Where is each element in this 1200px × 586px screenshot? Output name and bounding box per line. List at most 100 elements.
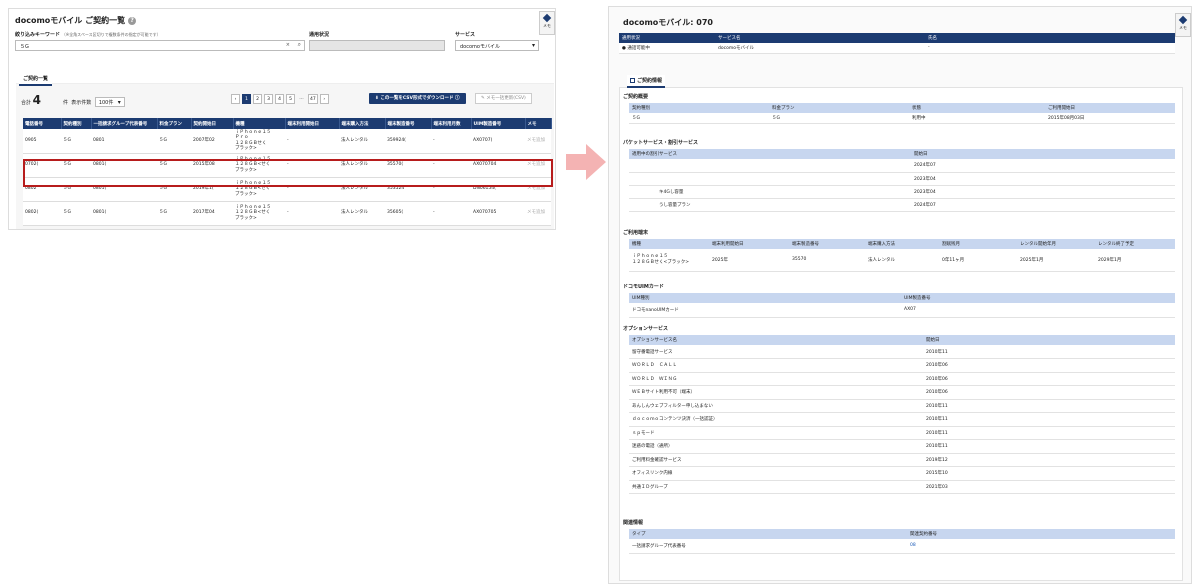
memo-bulk-update-button[interactable]: ✎ メモ一括更新(CSV) <box>475 93 532 104</box>
table-row: 迷惑の電話（通所） 2010年11 <box>629 439 1175 454</box>
page-next[interactable]: › <box>319 94 329 104</box>
header-col: サービス名 <box>715 33 925 43</box>
plan-value: ５G <box>769 113 909 124</box>
packet-start: 2024年07 <box>911 159 1175 173</box>
table-row: あんしんウェブフィルター申し込まない 2010年11 <box>629 399 1175 413</box>
option-start: 2021年03 <box>923 480 1175 494</box>
table-row[interactable]: 0802 ５G 0801( ５G 2019年1( ｉＰｈｏｎｅ１５ １２８ＧＢ<… <box>23 177 551 202</box>
col-start[interactable]: 契約開始日 <box>191 118 234 129</box>
header-col: 端末利用開始日 <box>709 239 789 249</box>
status-field[interactable] <box>309 40 445 51</box>
header-col: 関連契約番号 <box>907 529 1175 539</box>
cell-group: 0801 <box>91 129 157 154</box>
header-col: タイプ <box>629 529 907 539</box>
packet-name <box>629 172 911 186</box>
page-47[interactable]: 47 <box>308 94 318 104</box>
memo-side-tab[interactable]: メモ <box>1175 13 1191 37</box>
col-uim[interactable]: UIM製造番号 <box>471 118 526 129</box>
option-name: オフィスリンク内線 <box>629 466 923 481</box>
header-col: 端末製造番号 <box>789 239 865 249</box>
related-number-link[interactable]: 08 <box>907 539 1175 554</box>
cell-uim: DN06154( <box>471 177 525 202</box>
page-title-text: docomoモバイル ご契約一覧 <box>15 16 126 25</box>
page-5[interactable]: 5 <box>286 94 295 104</box>
col-type[interactable]: 契約種別 <box>61 118 92 129</box>
col-phone[interactable]: 電話番号 <box>23 118 62 129</box>
cell-device: ｉＰｈｏｎｅ１５ １２８ＧＢ<せく ブラック> <box>233 201 285 226</box>
table-row: うし容量プラン 2024年07 <box>629 198 1175 212</box>
add-memo-link[interactable]: メモ追加 <box>525 153 551 178</box>
col-device[interactable]: 機種 <box>233 118 286 129</box>
search-icon[interactable]: ⌕ <box>298 41 301 49</box>
page-1[interactable]: 1 <box>242 94 251 104</box>
cell-device: ｉＰｈｏｎｅ１５ Ｐｒｏ １２８ＧＢせく ブラック> <box>233 129 285 154</box>
state-value: 利用中 <box>909 113 1045 124</box>
cell-phone[interactable]: 0702( <box>23 153 61 178</box>
service-label: サービス <box>455 32 476 38</box>
memo-side-tab-label: メモ <box>543 23 551 28</box>
cell-phone[interactable]: 0802 <box>23 177 61 202</box>
tab-contract-info[interactable]: ご契約情報 <box>627 75 666 88</box>
pagination: ‹ 1 2 3 4 5 … 47 › <box>231 94 329 104</box>
total-value: 4 <box>32 93 41 107</box>
add-memo-link[interactable]: メモ追加 <box>525 201 551 226</box>
tag-icon <box>1178 15 1188 25</box>
cell-plan: ５G <box>157 177 191 202</box>
table-row[interactable]: 0802( ５G 0801( ５G 2017年04 ｉＰｈｏｎｅ１５ １２８ＧＢ… <box>23 201 551 226</box>
option-name: 共通ＩＤグループ <box>629 480 923 494</box>
col-memo: メモ <box>525 118 552 129</box>
csv-download-label: この一覧をCSV形式でダウンロード <box>380 96 454 101</box>
packet-title: パケットサービス・割引サービス <box>623 140 699 146</box>
add-memo-link[interactable]: メモ追加 <box>525 177 551 202</box>
service-select[interactable]: docomoモバイル <box>455 40 539 51</box>
col-plan[interactable]: 料金プラン <box>157 118 192 129</box>
rental-end-value: 2029年1月 <box>1095 249 1175 272</box>
keyword-input[interactable]: ５G × ⌕ <box>15 40 305 51</box>
cell-device-start: - <box>285 153 339 178</box>
memo-side-tab-label: メモ <box>1179 25 1187 30</box>
table-row: 一括請求グループ代表番号 08 <box>629 539 1175 554</box>
cell-months: - <box>431 177 471 202</box>
col-device-start[interactable]: 端末利用開始日 <box>285 118 340 129</box>
cell-uim: AX0707( <box>471 129 525 154</box>
cell-type: ５G <box>61 177 91 202</box>
cell-phone[interactable]: 0905 <box>23 129 61 154</box>
page-2[interactable]: 2 <box>253 94 262 104</box>
table-row: 2023年04 <box>629 172 1175 186</box>
memo-side-tab[interactable]: メモ <box>539 11 555 35</box>
page-4[interactable]: 4 <box>275 94 284 104</box>
contract-list-panel: docomoモバイル ご契約一覧? メモ 絞り込みキーワード （※全角スペース区… <box>8 8 556 230</box>
header-col: 機種 <box>629 239 709 249</box>
help-icon[interactable]: ? <box>128 16 137 25</box>
memo-bulk-update-label: メモ一括更新(CSV) <box>486 96 526 101</box>
keyword-label-text: 絞り込みキーワード <box>15 32 61 38</box>
detail-title: docomoモバイル: 070 <box>623 18 713 27</box>
page-3[interactable]: 3 <box>264 94 273 104</box>
per-page-select[interactable]: 100件 <box>94 97 125 107</box>
option-name: あんしんウェブフィルター申し込まない <box>629 399 923 413</box>
related-title: 関連情報 <box>623 520 644 526</box>
table-header-row: 通用状況 サービス名 氏名 <box>619 33 1175 43</box>
option-start: 2015年10 <box>923 466 1175 481</box>
csv-download-button[interactable]: ⬇ この一覧をCSV形式でダウンロード ⓘ <box>369 93 466 104</box>
col-group[interactable]: 一括請求グループ代表番号 <box>91 118 158 129</box>
table-row[interactable]: 0702( ５G 0801( ５G 2015年08 ｉＰｈｏｎｅ１５ １２８ＧＢ… <box>23 153 551 178</box>
summary-title: ご契約概要 <box>623 94 649 100</box>
cell-phone[interactable]: 0802( <box>23 201 61 226</box>
table-row[interactable]: 0905 ５G 0801 ５G 2007年02 ｉＰｈｏｎｅ１５ Ｐｒｏ １２８… <box>23 129 551 154</box>
table-header-row: 適用中の割引サービス 開始日 <box>629 149 1175 159</box>
keyword-hint: （※全角スペース区切りで複数条件の指定が可能です） <box>61 32 161 37</box>
packet-start: 2023年04 <box>911 172 1175 186</box>
option-start: 2019年12 <box>923 453 1175 467</box>
page-prev[interactable]: ‹ <box>231 94 240 104</box>
packet-name: うし容量プラン <box>629 198 911 212</box>
add-memo-link[interactable]: メモ追加 <box>525 129 551 154</box>
clear-icon[interactable]: × <box>286 42 290 48</box>
table-header-row: タイプ 関連契約番号 <box>629 529 1175 539</box>
option-start: 2010年11 <box>923 412 1175 427</box>
col-months[interactable]: 端末利用月数 <box>431 118 472 129</box>
option-name: 留守番電話サービス <box>629 345 923 359</box>
col-method[interactable]: 端末購入方法 <box>339 118 386 129</box>
tab-contract-list[interactable]: ご契約一覧 <box>19 73 53 86</box>
col-serial[interactable]: 端末製造番号 <box>385 118 432 129</box>
